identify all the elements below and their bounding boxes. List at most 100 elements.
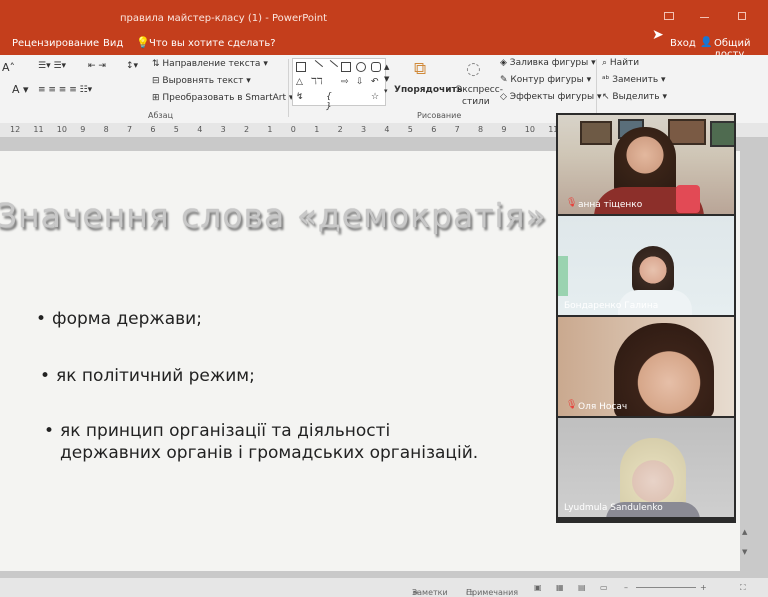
comments-label: Примечания <box>466 588 519 597</box>
zoom-in-button[interactable]: + <box>700 583 707 592</box>
participant-tile[interactable]: 🎙 анна тіщенко <box>558 115 734 214</box>
ruler-tick-label: 9 <box>501 125 507 134</box>
curve-shape-icon[interactable]: ↯ <box>296 92 306 102</box>
bullet-item[interactable]: • як політичний режим; <box>40 366 255 386</box>
ruler-tick-label: 4 <box>384 125 390 134</box>
bullet-text: як принцип організації та діяльності <box>60 421 391 441</box>
line-spacing-icon[interactable]: ↕▾ <box>126 61 138 71</box>
textbox-shape-icon[interactable] <box>296 62 306 72</box>
shape-effects-button[interactable]: ◇ Эффекты фигуры ▾ <box>500 92 601 102</box>
line-shape-icon[interactable] <box>323 59 339 75</box>
mic-muted-icon: 🎙 <box>566 400 578 410</box>
brace-shape-icon[interactable]: { } <box>326 92 336 112</box>
participant-tile[interactable]: Бондаренко Галина <box>558 216 734 315</box>
pen-icon: ✎ <box>500 75 511 85</box>
screen: правила майстер-класу (1) - PowerPoint Р… <box>0 0 768 597</box>
indent-icon[interactable]: ⇤ ⇥ <box>88 61 106 71</box>
ruler-tick-label: 7 <box>127 125 133 134</box>
font-size-icon[interactable]: A˄ <box>2 61 15 74</box>
bullet-item[interactable]: • як принцип організації та діяльності <box>44 421 390 441</box>
maximize-button[interactable] <box>738 12 746 20</box>
minimize-button[interactable] <box>700 17 709 18</box>
ruler-tick-label: 11 <box>33 125 44 134</box>
participant-avatar <box>632 246 674 294</box>
view-sorter-icon[interactable]: ▦ <box>556 583 564 592</box>
select-button[interactable]: ↖ Выделить ▾ <box>602 92 667 102</box>
scroll-up-icon[interactable]: ▲ <box>742 528 747 536</box>
signin-link[interactable]: Вход <box>670 38 696 49</box>
shapes-gallery[interactable]: △ ℸℸ ⇨ ⇩ ↶ ↯ { } ☆ <box>292 58 386 112</box>
smartart-label: Преобразовать в SmartArt <box>162 93 287 103</box>
bullets-icon[interactable]: ☰▾ ☰▾ <box>38 61 66 71</box>
shape-outline-label: Контур фигуры <box>510 75 584 85</box>
font-color-icon[interactable]: A ▾ <box>12 83 29 96</box>
curve-shape-icon[interactable]: ↶ <box>371 77 381 87</box>
text-direction-button[interactable]: ⇅ Направление текста ▾ <box>152 59 268 69</box>
line-shape-icon[interactable] <box>308 59 324 75</box>
participant-tile[interactable]: Lyudmula Sandulenko <box>558 418 734 517</box>
elbow-shape-icon[interactable]: ℸℸ <box>311 77 323 87</box>
zoom-out-button[interactable]: – <box>624 583 628 592</box>
star-shape-icon[interactable]: ☆ <box>371 92 381 102</box>
find-label: Найти <box>609 58 640 68</box>
smartart-button[interactable]: ⊞ Преобразовать в SmartArt ▾ <box>152 93 293 103</box>
rectangle-shape-icon[interactable] <box>341 62 351 72</box>
tab-review[interactable]: Рецензирование <box>12 38 99 49</box>
shape-outline-button[interactable]: ✎ Контур фигуры ▾ <box>500 75 591 85</box>
ribbon-separator <box>288 59 289 117</box>
red-phone-case <box>676 185 700 213</box>
slide-title[interactable]: Значення слова «демократія» <box>0 196 547 235</box>
text-direction-label: Направление текста <box>162 59 261 69</box>
bullet-dot: • <box>36 309 47 329</box>
ruler-tick-label: 1 <box>267 125 273 134</box>
participant-name: анна тіщенко <box>578 200 643 210</box>
triangle-shape-icon[interactable]: △ <box>296 77 306 87</box>
scroll-down-icon[interactable]: ▼ <box>742 548 747 556</box>
participant-name: Бондаренко Галина <box>564 301 659 311</box>
find-button[interactable]: ⌕ Найти <box>602 58 639 68</box>
tab-view[interactable]: Вид <box>103 38 123 49</box>
arrow-right-shape-icon[interactable]: ⇨ <box>341 77 351 87</box>
view-normal-icon[interactable]: ▣ <box>534 583 542 592</box>
wall-frame-icon <box>580 121 612 145</box>
ruler-tick-label: 2 <box>244 125 250 134</box>
view-slideshow-icon[interactable]: ▭ <box>600 583 608 592</box>
align-text-button[interactable]: ⊟ Выровнять текст ▾ <box>152 76 251 86</box>
bullet-item[interactable]: • форма держави; <box>36 309 202 329</box>
ruler-tick-label: 6 <box>431 125 437 134</box>
smartart-icon: ⊞ <box>152 93 163 103</box>
participant-tile[interactable]: 🎙 Оля Носач <box>558 317 734 416</box>
quick-styles-line1[interactable]: Экспресс- <box>456 85 503 95</box>
ruler-tick-label: 1 <box>314 125 320 134</box>
quick-styles-line2[interactable]: стили <box>462 97 490 107</box>
ruler-tick-label: 10 <box>524 125 535 134</box>
bullet-text: як політичний режим; <box>56 366 255 386</box>
quick-styles-icon: ◌ <box>466 59 481 79</box>
fit-slide-icon[interactable]: ⛶ <box>740 583 746 593</box>
zoom-slider[interactable] <box>636 587 696 588</box>
drawing-group-label: Рисование <box>417 111 462 120</box>
window-light <box>558 256 568 296</box>
view-reading-icon[interactable]: ▤ <box>578 583 586 592</box>
align-icons[interactable]: ≡ ≡ ≡ ≡ ☷▾ <box>38 85 92 95</box>
gallery-scroll-icon[interactable]: ▲ ▼ ▾ <box>384 61 389 97</box>
tell-me-search[interactable]: Что вы хотите сделать? <box>149 38 276 49</box>
record-icon[interactable] <box>664 12 674 20</box>
rounded-rect-shape-icon[interactable] <box>371 62 381 72</box>
arrange-button[interactable]: Упорядочить <box>394 85 462 95</box>
ruler-tick-label: 8 <box>478 125 484 134</box>
user-icon: 👤 <box>700 37 713 48</box>
oval-shape-icon[interactable] <box>356 62 366 72</box>
replace-button[interactable]: ᵃᵇ Заменить ▾ <box>602 75 666 85</box>
shape-fill-button[interactable]: ◈ Заливка фигуры ▾ <box>500 58 596 68</box>
bullet-dot: • <box>44 421 55 441</box>
ruler-tick-label: 3 <box>220 125 226 134</box>
shape-fill-label: Заливка фигуры <box>509 58 589 68</box>
arrow-down-shape-icon[interactable]: ⇩ <box>356 77 366 87</box>
participant-name: Оля Носач <box>578 402 628 412</box>
wall-frame-icon <box>710 121 734 147</box>
ribbon-tabs: Рецензирование Вид 💡 Что вы хотите сдела… <box>0 27 768 60</box>
participant-avatar <box>614 323 714 416</box>
ruler-tick-label: 7 <box>454 125 460 134</box>
bullet-text-continuation[interactable]: державних органів і громадських організа… <box>60 443 478 463</box>
